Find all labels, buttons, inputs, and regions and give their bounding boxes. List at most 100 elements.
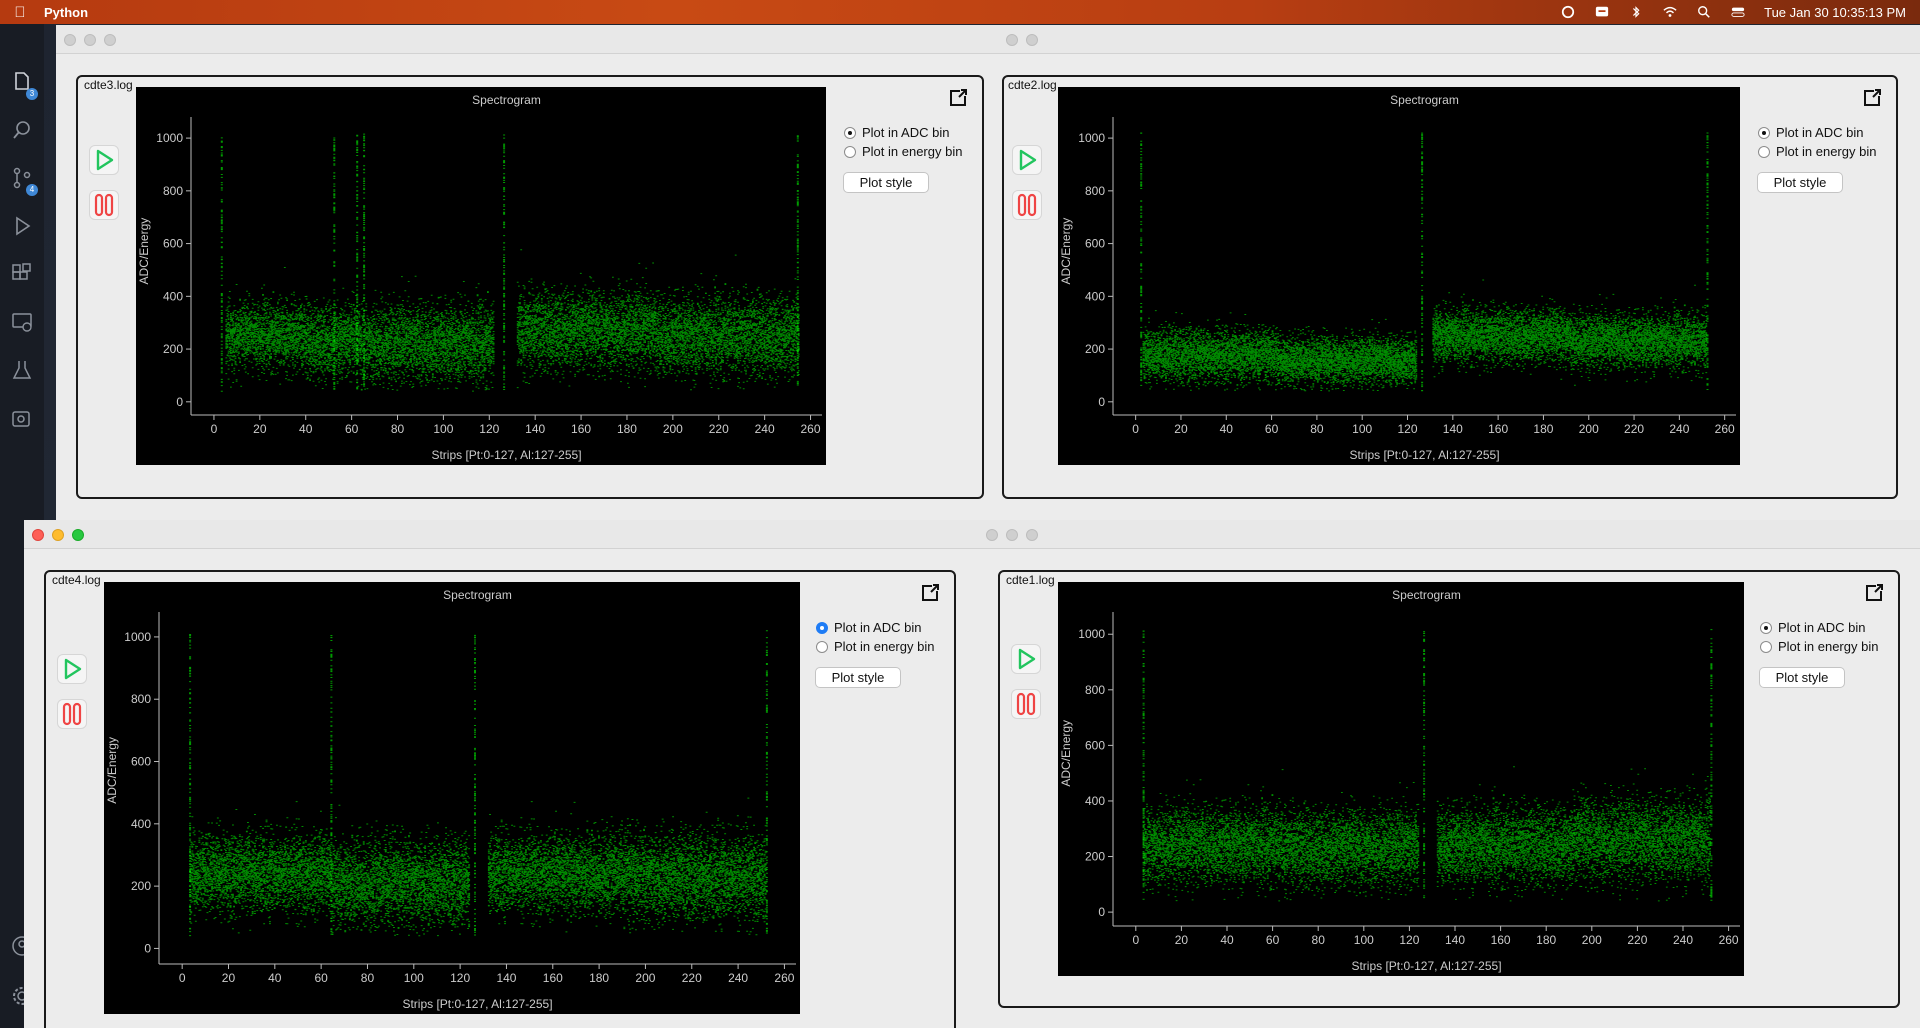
minimize-button[interactable] bbox=[1006, 529, 1018, 541]
close-button[interactable] bbox=[64, 34, 76, 46]
radio-adc-indicator[interactable] bbox=[1758, 126, 1770, 139]
wifi-icon[interactable] bbox=[1662, 5, 1678, 19]
x-tick-label: 240 bbox=[1673, 933, 1693, 947]
apple-menu-icon[interactable]:  bbox=[0, 4, 40, 21]
spectrogram-plot[interactable]: Spectrogram 0 20 40 60 80 100 120 140 160 180 200 22… bbox=[1058, 582, 1744, 976]
x-tick-label: 20 bbox=[1174, 422, 1188, 436]
radio-adc-indicator[interactable] bbox=[1760, 621, 1772, 634]
x-tick-label: 120 bbox=[1399, 933, 1419, 947]
x-tick-label: 20 bbox=[222, 971, 236, 985]
minimize-button[interactable] bbox=[84, 34, 96, 46]
spectrogram-svg: Spectrogram 0 20 40 60 80 100 120 140 160 180 200 22… bbox=[105, 588, 796, 1011]
close-button[interactable] bbox=[986, 529, 998, 541]
chart-title: Spectrogram bbox=[472, 93, 541, 107]
radio-adc-bin[interactable]: Plot in ADC bin bbox=[844, 125, 949, 140]
hot-strip-0 bbox=[220, 137, 223, 392]
x-tick-label: 220 bbox=[709, 422, 729, 436]
band-dashes bbox=[1142, 779, 1283, 902]
zoom-button[interactable] bbox=[104, 34, 116, 46]
expand-icon[interactable] bbox=[1862, 88, 1882, 108]
window-titlebar[interactable] bbox=[1002, 25, 1920, 54]
band-dashes bbox=[360, 275, 495, 392]
play-icon bbox=[96, 149, 114, 171]
plot-style-button[interactable]: Plot style bbox=[1757, 172, 1843, 193]
x-tick-label: 120 bbox=[450, 971, 470, 985]
x-tick-label: 60 bbox=[345, 422, 359, 436]
minimize-button[interactable] bbox=[52, 529, 64, 541]
remote-explorer-icon[interactable] bbox=[10, 310, 34, 334]
extensions-icon[interactable] bbox=[10, 262, 34, 286]
play-button[interactable] bbox=[57, 654, 87, 684]
pause-button[interactable] bbox=[57, 699, 87, 729]
radio-energy-bin[interactable]: Plot in energy bin bbox=[816, 639, 934, 654]
bluetooth-icon[interactable] bbox=[1628, 5, 1644, 19]
window-titlebar[interactable] bbox=[24, 520, 978, 549]
radio-energy-indicator[interactable] bbox=[1758, 145, 1770, 158]
plot-style-button[interactable]: Plot style bbox=[843, 172, 929, 193]
radio-energy-indicator[interactable] bbox=[1760, 640, 1772, 653]
play-icon bbox=[1019, 149, 1037, 171]
radio-adc-indicator[interactable] bbox=[844, 126, 856, 139]
menu-extras: Tue Jan 30 10:35:13 PM bbox=[1560, 0, 1906, 24]
docker-icon[interactable] bbox=[10, 406, 34, 430]
radio-adc-bin[interactable]: Plot in ADC bin bbox=[1758, 125, 1863, 140]
band-dashes bbox=[487, 801, 628, 933]
y-tick-label: 0 bbox=[176, 395, 183, 409]
plot-style-button[interactable]: Plot style bbox=[1759, 667, 1845, 688]
band-dashes bbox=[1570, 284, 1708, 386]
close-button[interactable] bbox=[1006, 34, 1018, 46]
window-titlebar[interactable] bbox=[978, 520, 1920, 549]
radio-energy-indicator[interactable] bbox=[844, 145, 856, 158]
pause-button[interactable] bbox=[89, 190, 119, 220]
search-icon[interactable] bbox=[10, 118, 34, 142]
x-tick-label: 40 bbox=[1220, 422, 1234, 436]
x-tick-label: 140 bbox=[496, 971, 516, 985]
spectrogram-plot[interactable]: Spectrogram 0 20 40 60 80 100 120 140 160 180 200 22… bbox=[104, 582, 800, 1014]
play-button[interactable] bbox=[1011, 644, 1041, 674]
radio-energy-indicator[interactable] bbox=[816, 640, 828, 653]
x-tick-label: 120 bbox=[1397, 422, 1417, 436]
zoom-button[interactable] bbox=[72, 529, 84, 541]
minimize-button[interactable] bbox=[1026, 34, 1038, 46]
pause-button[interactable] bbox=[1011, 689, 1041, 719]
spectrogram-plot[interactable]: Spectrogram 0 20 40 60 80 100 120 140 160 180 200 22… bbox=[1058, 87, 1740, 465]
x-tick-label: 200 bbox=[663, 422, 683, 436]
radio-energy-bin[interactable]: Plot in energy bin bbox=[844, 144, 962, 159]
band-segment-0 bbox=[1142, 310, 1279, 391]
pause-icon bbox=[62, 702, 82, 726]
radio-energy-bin[interactable]: Plot in energy bin bbox=[1758, 144, 1876, 159]
spectrogram-plot[interactable]: Spectrogram 0 20 40 60 80 100 120 140 160 180 200 22… bbox=[136, 87, 826, 465]
control-center-icon[interactable] bbox=[1730, 5, 1746, 19]
zoom-button[interactable] bbox=[1026, 529, 1038, 541]
window-cdte3: cdte3.log Spectrogram 0 20 40 60 80 100 120 140 1… bbox=[56, 25, 1004, 520]
band-dashes bbox=[626, 797, 767, 936]
testing-flask-icon[interactable] bbox=[10, 358, 34, 382]
run-debug-icon[interactable] bbox=[10, 214, 34, 238]
pause-icon bbox=[94, 193, 114, 217]
radio-adc-indicator[interactable] bbox=[816, 621, 828, 634]
radio-adc-bin[interactable]: Plot in ADC bin bbox=[816, 620, 921, 635]
y-tick-label: 400 bbox=[1085, 794, 1105, 808]
radio-energy-bin[interactable]: Plot in energy bin bbox=[1760, 639, 1878, 654]
radio-adc-bin[interactable]: Plot in ADC bin bbox=[1760, 620, 1865, 635]
band-dashes bbox=[1436, 766, 1575, 902]
app-name-menu[interactable]: Python bbox=[44, 5, 88, 20]
close-button[interactable] bbox=[32, 529, 44, 541]
y-tick-label: 600 bbox=[163, 237, 183, 251]
band-segment-1 bbox=[330, 804, 471, 937]
screen-share-icon[interactable] bbox=[1594, 5, 1610, 19]
y-axis-label: ADC/Energy bbox=[1059, 218, 1073, 285]
spotlight-search-icon[interactable] bbox=[1696, 5, 1712, 19]
plot-style-button[interactable]: Plot style bbox=[815, 667, 901, 688]
hot-strip-3 bbox=[363, 133, 366, 387]
menu-clock[interactable]: Tue Jan 30 10:35:13 PM bbox=[1764, 5, 1906, 20]
x-tick-label: 160 bbox=[571, 422, 591, 436]
expand-icon[interactable] bbox=[920, 583, 940, 603]
expand-icon[interactable] bbox=[1864, 583, 1884, 603]
play-button[interactable] bbox=[1012, 145, 1042, 175]
window-titlebar[interactable] bbox=[56, 25, 1004, 54]
circle-status-icon[interactable] bbox=[1560, 5, 1576, 19]
expand-icon[interactable] bbox=[948, 88, 968, 108]
pause-button[interactable] bbox=[1012, 190, 1042, 220]
play-button[interactable] bbox=[89, 145, 119, 175]
